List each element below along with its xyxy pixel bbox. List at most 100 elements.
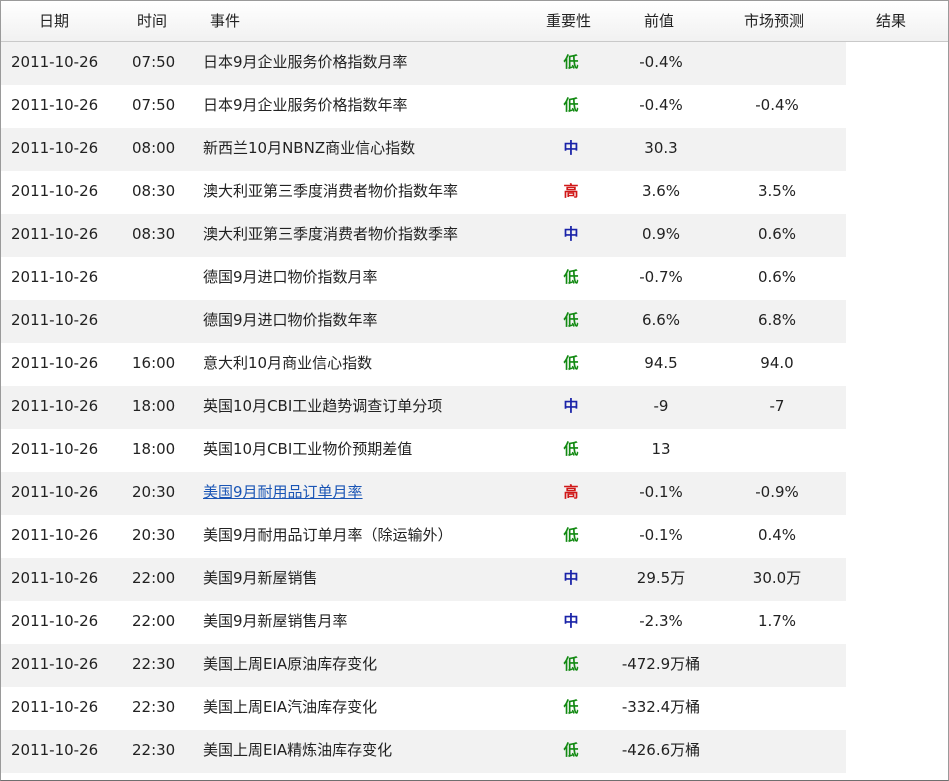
cell-time: 07:50 bbox=[132, 96, 176, 114]
cell-event: 美国9月新屋销售月率 bbox=[203, 612, 348, 630]
header-date: 日期 bbox=[39, 12, 70, 30]
cell-date: 2011-10-26 bbox=[11, 182, 99, 200]
cell-previous: -332.4万桶 bbox=[621, 698, 701, 716]
cell-previous: 0.9% bbox=[641, 225, 681, 243]
cell-time: 07:50 bbox=[132, 53, 176, 71]
cell-time: 18:00 bbox=[132, 397, 176, 415]
cell-date: 2011-10-26 bbox=[11, 440, 99, 458]
table-row: 2011-10-26 20:30 美国9月耐用品订单月率 高 -0.1% -0.9% bbox=[1, 472, 948, 515]
cell-previous: -0.4% bbox=[639, 96, 683, 114]
cell-date: 2011-10-26 bbox=[11, 139, 99, 157]
cell-date: 2011-10-26 bbox=[11, 569, 99, 587]
cell-date: 2011-10-26 bbox=[11, 311, 99, 329]
cell-forecast: 30.0万 bbox=[752, 569, 802, 587]
cell-previous: -0.1% bbox=[639, 526, 683, 544]
cell-importance: 低 bbox=[563, 354, 579, 372]
cell-event: 英国10月CBI工业物价预期差值 bbox=[203, 440, 413, 458]
cell-event: 日本9月企业服务价格指数年率 bbox=[203, 96, 408, 114]
cell-event: 英国10月CBI工业趋势调查订单分项 bbox=[203, 397, 443, 415]
cell-forecast: 0.4% bbox=[757, 526, 797, 544]
table-row: 2011-10-26 07:50 日本9月企业服务价格指数年率 低 -0.4% -0.4% bbox=[1, 85, 948, 128]
cell-forecast: -7 bbox=[769, 397, 785, 415]
cell-event: 澳大利亚第三季度消费者物价指数季率 bbox=[203, 225, 459, 243]
cell-importance: 低 bbox=[563, 698, 579, 716]
table-row: 2011-10-26 德国9月进口物价指数月率 低 -0.7% 0.6% bbox=[1, 257, 948, 300]
header-forecast: 市场预测 bbox=[744, 12, 805, 30]
cell-time: 22:30 bbox=[132, 741, 176, 759]
cell-event: 美国9月新屋销售 bbox=[203, 569, 318, 587]
cell-date: 2011-10-26 bbox=[11, 354, 99, 372]
cell-forecast: 3.5% bbox=[757, 182, 797, 200]
cell-date: 2011-10-26 bbox=[11, 96, 99, 114]
cell-time: 08:30 bbox=[132, 182, 176, 200]
cell-date: 2011-10-26 bbox=[11, 612, 99, 630]
cell-date: 2011-10-26 bbox=[11, 483, 99, 501]
cell-time: 18:00 bbox=[132, 440, 176, 458]
table-row: 2011-10-26 22:00 美国9月新屋销售 中 29.5万 30.0万 bbox=[1, 558, 948, 601]
cell-importance: 低 bbox=[563, 655, 579, 673]
cell-date: 2011-10-26 bbox=[11, 225, 99, 243]
cell-importance: 低 bbox=[563, 53, 579, 71]
cell-date: 2011-10-26 bbox=[11, 698, 99, 716]
cell-date: 2011-10-26 bbox=[11, 53, 99, 71]
event-link[interactable]: 美国9月耐用品订单月率 bbox=[203, 483, 363, 501]
cell-event: 意大利10月商业信心指数 bbox=[203, 354, 373, 372]
cell-event: 日本9月企业服务价格指数月率 bbox=[203, 53, 408, 71]
cell-previous: -0.7% bbox=[639, 268, 683, 286]
table-row: 2011-10-26 08:00 新西兰10月NBNZ商业信心指数 中 30.3 bbox=[1, 128, 948, 171]
cell-date: 2011-10-26 bbox=[11, 741, 99, 759]
cell-event: 美国上周EIA汽油库存变化 bbox=[203, 698, 378, 716]
cell-date: 2011-10-26 bbox=[11, 655, 99, 673]
cell-event: 美国9月耐用品订单月率（除运输外） bbox=[203, 526, 453, 544]
cell-importance: 高 bbox=[563, 483, 579, 501]
cell-event: 美国上周EIA原油库存变化 bbox=[203, 655, 378, 673]
cell-importance: 中 bbox=[563, 612, 579, 630]
cell-time: 22:30 bbox=[132, 655, 176, 673]
table-header: 日期 时间 事件 重要性 前值 市场预测 结果 bbox=[1, 1, 948, 42]
table-row: 2011-10-26 22:30 美国上周EIA精炼油库存变化 低 -426.6万桶 bbox=[1, 730, 948, 773]
cell-time: 16:00 bbox=[132, 354, 176, 372]
table-row: 2011-10-26 18:00 英国10月CBI工业趋势调查订单分项 中 -9 -7 bbox=[1, 386, 948, 429]
table-row: 2011-10-26 20:30 美国9月耐用品订单月率（除运输外） 低 -0.1% 0.… bbox=[1, 515, 948, 558]
table-row: 2011-10-26 22:30 美国上周EIA汽油库存变化 低 -332.4万桶 bbox=[1, 687, 948, 730]
table-row: 2011-10-26 22:30 美国上周EIA原油库存变化 低 -472.9万桶 bbox=[1, 644, 948, 687]
cell-time: 22:30 bbox=[132, 698, 176, 716]
cell-event: 美国9月耐用品订单月率 bbox=[203, 472, 363, 513]
cell-time: 08:30 bbox=[132, 225, 176, 243]
cell-time: 22:00 bbox=[132, 612, 176, 630]
cell-forecast: 6.8% bbox=[757, 311, 797, 329]
cell-event: 德国9月进口物价指数月率 bbox=[203, 268, 378, 286]
cell-previous: 30.3 bbox=[644, 139, 678, 157]
cell-time: 20:30 bbox=[132, 483, 176, 501]
cell-previous: 29.5万 bbox=[636, 569, 686, 587]
cell-importance: 低 bbox=[563, 526, 579, 544]
cell-forecast: 1.7% bbox=[757, 612, 797, 630]
cell-importance: 中 bbox=[563, 569, 579, 587]
cell-time: 08:00 bbox=[132, 139, 176, 157]
cell-previous: -0.4% bbox=[639, 53, 683, 71]
cell-importance: 低 bbox=[563, 440, 579, 458]
cell-time: 20:30 bbox=[132, 526, 176, 544]
cell-previous: -472.9万桶 bbox=[621, 655, 701, 673]
cell-time: 22:00 bbox=[132, 569, 176, 587]
calendar-table: 日期 时间 事件 重要性 前值 市场预测 结果 2011-10-26 07:50 日… bbox=[0, 0, 949, 781]
cell-importance: 低 bbox=[563, 741, 579, 759]
cell-importance: 高 bbox=[563, 182, 579, 200]
header-event: 事件 bbox=[210, 12, 241, 30]
cell-event: 德国9月进口物价指数年率 bbox=[203, 311, 378, 329]
cell-previous: 13 bbox=[651, 440, 671, 458]
cell-previous: -426.6万桶 bbox=[621, 741, 701, 759]
cell-previous: -9 bbox=[653, 397, 669, 415]
header-result: 结果 bbox=[876, 12, 907, 30]
cell-importance: 中 bbox=[563, 397, 579, 415]
table-row: 2011-10-26 18:00 英国10月CBI工业物价预期差值 低 13 bbox=[1, 429, 948, 472]
cell-forecast: -0.9% bbox=[755, 483, 799, 501]
table-row: 2011-10-26 07:50 日本9月企业服务价格指数月率 低 -0.4% bbox=[1, 42, 948, 85]
cell-date: 2011-10-26 bbox=[11, 397, 99, 415]
table-row: 2011-10-26 16:00 意大利10月商业信心指数 低 94.5 94.0 bbox=[1, 343, 948, 386]
cell-forecast: 0.6% bbox=[757, 225, 797, 243]
cell-importance: 低 bbox=[563, 268, 579, 286]
table-row: 2011-10-26 德国9月进口物价指数年率 低 6.6% 6.8% bbox=[1, 300, 948, 343]
table-row: 2011-10-26 22:00 美国9月新屋销售月率 中 -2.3% 1.7% bbox=[1, 601, 948, 644]
cell-forecast: 94.0 bbox=[760, 354, 794, 372]
